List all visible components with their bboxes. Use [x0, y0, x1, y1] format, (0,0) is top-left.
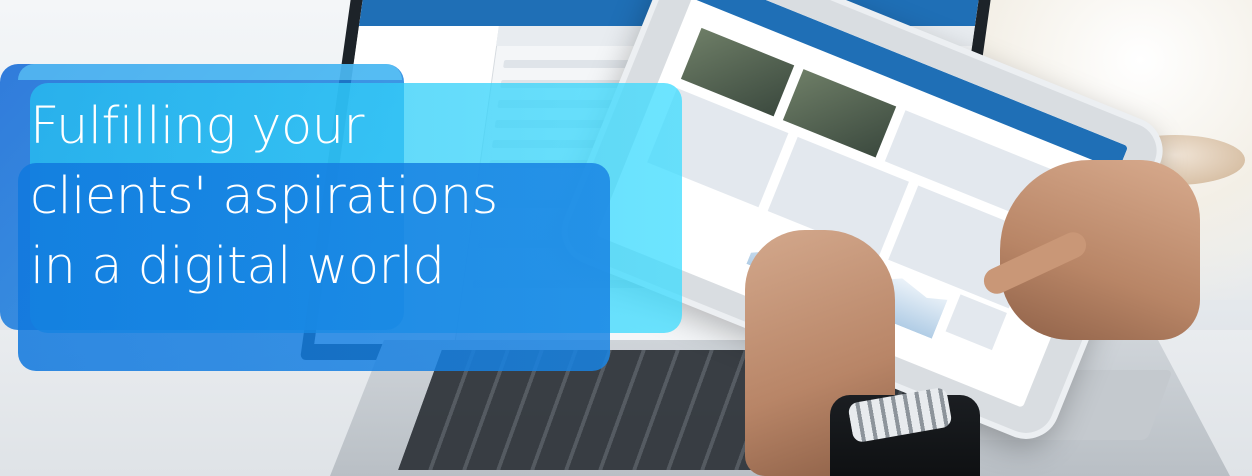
headline-line-3: in a digital world	[30, 237, 445, 296]
overlay-box-highlight	[18, 64, 402, 80]
hero-banner: Fulfilling your clients' aspirations in …	[0, 0, 1252, 476]
hero-headline: Fulfilling your clients' aspirations in …	[30, 92, 498, 302]
headline-line-1: Fulfilling your	[30, 97, 364, 156]
headline-line-2: clients' aspirations	[30, 167, 498, 226]
